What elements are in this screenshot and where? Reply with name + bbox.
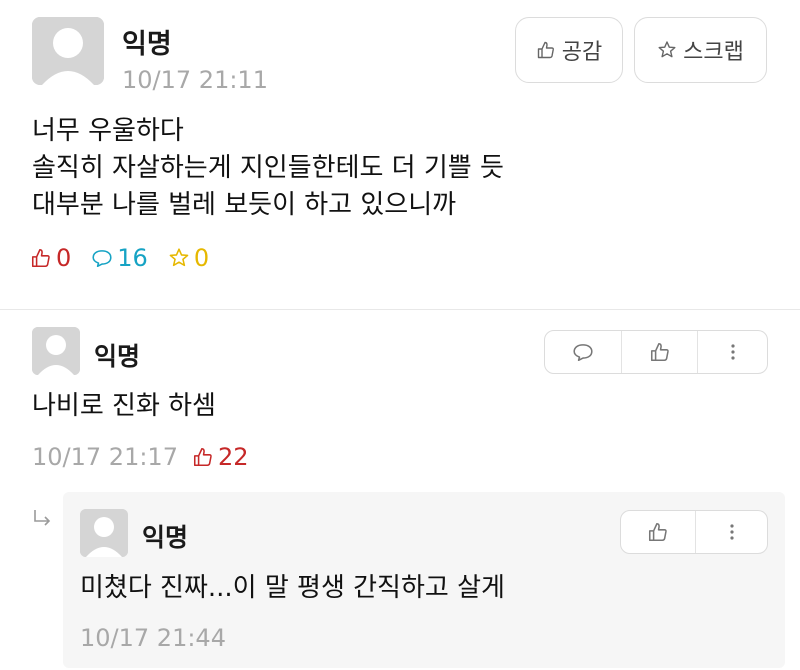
reply-more-button[interactable]	[695, 511, 767, 553]
post-timestamp: 10/17 21:11	[122, 66, 268, 94]
post-scrap-value: 0	[193, 244, 210, 272]
comment-author: 익명	[94, 342, 141, 371]
reply-author: 익명	[142, 523, 189, 552]
reply-actions	[620, 510, 768, 554]
post-body-line: 대부분 나를 벌레 보듯이 하고 있으니까	[32, 190, 457, 220]
comment-body: 나비로 진화 하셈	[32, 391, 216, 421]
user-placeholder-icon	[32, 327, 80, 375]
post-body-line: 솔직히 자살하는게 지인들한테도 더 기쁠 듯	[32, 153, 504, 183]
comment-meta: 10/17 21:17 22	[32, 443, 269, 471]
comment-like-button[interactable]	[621, 331, 697, 373]
like-button-label: 공감	[561, 40, 603, 65]
thumbs-up-icon	[31, 248, 50, 268]
star-icon	[657, 40, 677, 60]
reply-timestamp: 10/17 21:44	[80, 624, 226, 652]
reply-body: 미쳤다 진짜...이 말 평생 간직하고 살게	[80, 573, 505, 603]
comment-bubble-icon	[92, 250, 112, 268]
thumbs-up-icon	[650, 342, 669, 362]
thumbs-up-icon	[648, 522, 667, 542]
comment-like-count: 22	[192, 443, 249, 471]
divider	[0, 309, 800, 310]
post-scrap-count: 0	[168, 244, 209, 272]
reply-arrow-icon	[32, 508, 54, 534]
comment-like-value: 22	[217, 443, 249, 471]
scrap-button-label: 스크랩	[683, 40, 744, 65]
star-icon	[169, 248, 189, 267]
scrap-button[interactable]: 스크랩	[634, 17, 767, 83]
post-comment-value: 16	[117, 244, 148, 272]
post-stats: 0 16 0	[30, 244, 229, 272]
post-avatar	[32, 17, 104, 85]
thumbs-up-icon	[193, 447, 212, 467]
reply-avatar	[80, 509, 128, 557]
post-author: 익명	[122, 29, 172, 60]
reply-button[interactable]	[545, 331, 621, 373]
comment-avatar	[32, 327, 80, 375]
post-comment-count: 16	[91, 244, 148, 272]
comment-actions	[544, 330, 768, 374]
user-placeholder-icon	[80, 509, 128, 557]
reply-like-button[interactable]	[621, 511, 695, 553]
like-button[interactable]: 공감	[515, 17, 623, 83]
comment-bubble-icon	[573, 344, 593, 362]
user-placeholder-icon	[32, 17, 104, 85]
comment-timestamp: 10/17 21:17	[32, 443, 178, 471]
more-vertical-icon	[730, 344, 735, 360]
post-like-count: 0	[30, 244, 71, 272]
post-body-line: 너무 우울하다	[32, 116, 184, 146]
more-vertical-icon	[729, 524, 734, 540]
comment-more-button[interactable]	[697, 331, 767, 373]
post-body: 너무 우울하다 솔직히 자살하는게 지인들한테도 더 기쁠 듯 대부분 나를 벌…	[32, 113, 504, 224]
post-like-value: 0	[56, 244, 72, 272]
thumbs-up-icon	[536, 40, 556, 60]
